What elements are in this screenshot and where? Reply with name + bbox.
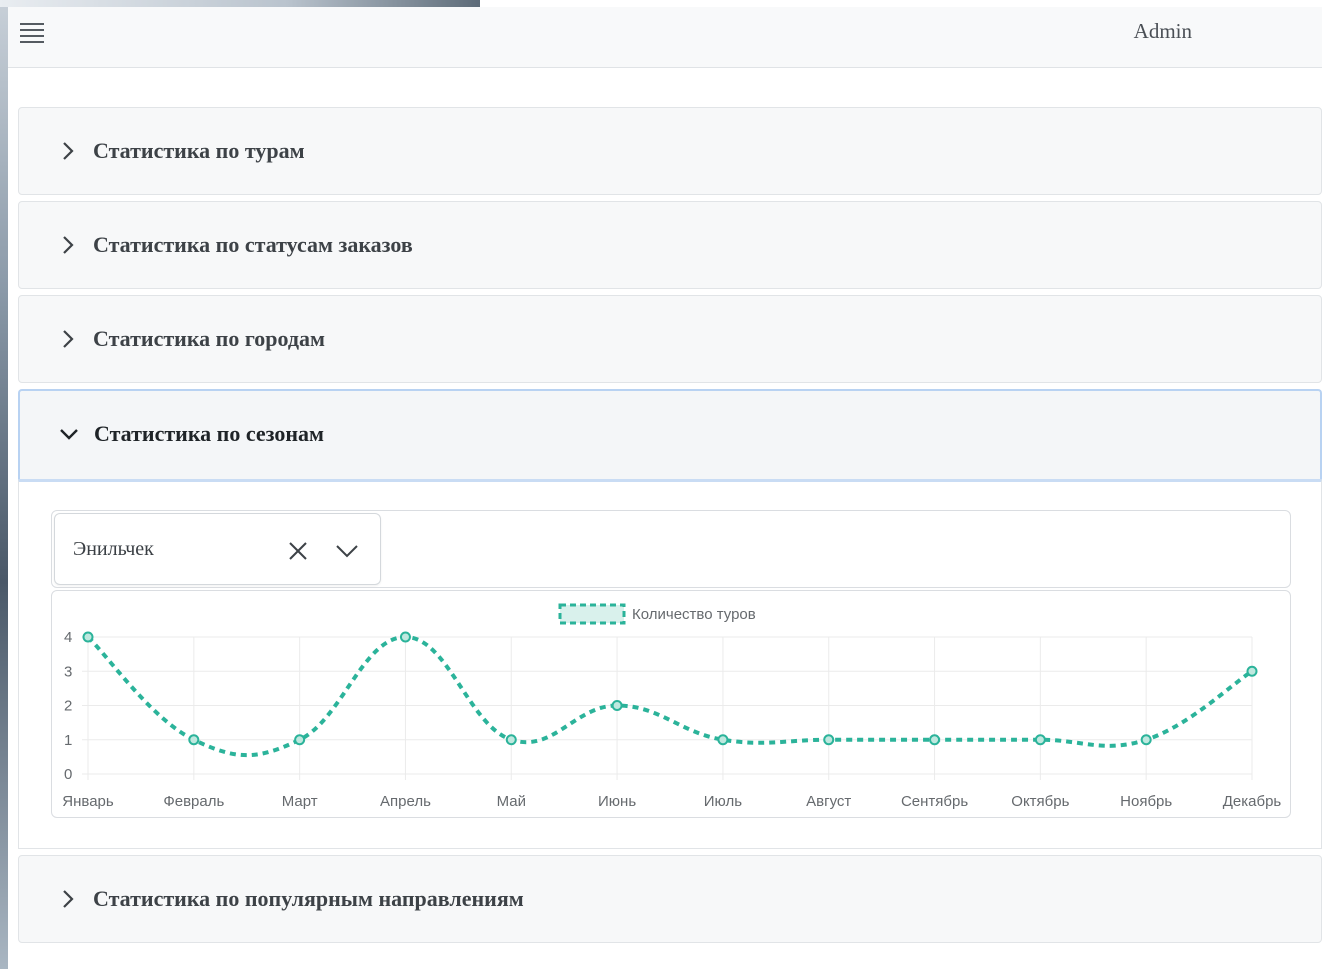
- accordion-item-popular-destinations[interactable]: Статистика по популярным направлениям: [18, 855, 1322, 943]
- data-point: [929, 734, 941, 746]
- accordion-title: Статистика по турам: [93, 138, 305, 163]
- accordion-header[interactable]: Статистика по сезонам: [20, 391, 1320, 477]
- data-point: [1246, 665, 1258, 677]
- accordion-header[interactable]: Статистика по статусам заказов: [19, 202, 1321, 288]
- x-tick-label: Август: [806, 793, 851, 810]
- accordion-header[interactable]: Статистика по популярным направлениям: [19, 856, 1321, 942]
- accordion-title: Статистика по городам: [93, 326, 326, 351]
- x-tick-label: Апрель: [380, 793, 431, 810]
- accordion-item-seasons[interactable]: Статистика по сезонам: [18, 389, 1322, 479]
- city-select[interactable]: Энильчек: [54, 513, 381, 585]
- x-tick-label: Июль: [704, 793, 742, 810]
- accordion-body-seasons: Энильчек 0 1 2 3 4 Январь Февраль Март Апрель Май…: [18, 479, 1322, 849]
- season-chart: 0 1 2 3 4 Январь Февраль Март Апрель Май Июнь Июль А…: [51, 590, 1291, 818]
- x-tick-label: Сентябрь: [901, 793, 968, 810]
- chevron-down-icon: [60, 429, 78, 440]
- accordion-header[interactable]: Статистика по городам: [19, 296, 1321, 382]
- accordion-title: Статистика по популярным направлениям: [93, 886, 524, 911]
- x-tick-label: Февраль: [163, 793, 224, 810]
- y-tick-label: 1: [64, 732, 72, 749]
- data-point: [294, 734, 306, 746]
- legend-label: Количество туров: [632, 606, 756, 623]
- x-tick-label: Март: [282, 793, 318, 810]
- data-point: [188, 734, 200, 746]
- accordion-item-order-statuses[interactable]: Статистика по статусам заказов: [18, 201, 1322, 289]
- data-point: [399, 631, 411, 643]
- data-point: [823, 734, 835, 746]
- y-tick-label: 4: [64, 629, 72, 646]
- accordion-item-tours[interactable]: Статистика по турам: [18, 107, 1322, 195]
- accordion-title: Статистика по статусам заказов: [93, 232, 413, 257]
- accordion-item-cities[interactable]: Статистика по городам: [18, 295, 1322, 383]
- accordion-header[interactable]: Статистика по турам: [19, 108, 1321, 194]
- chevron-right-icon: [63, 236, 74, 254]
- top-navbar: Admin: [8, 7, 1322, 68]
- data-point: [82, 631, 94, 643]
- x-tick-label: Декабрь: [1223, 793, 1282, 810]
- accordion-title: Статистика по сезонам: [94, 421, 325, 446]
- chevron-right-icon: [63, 890, 74, 908]
- x-tick-label: Январь: [62, 793, 114, 810]
- window-frame-top: [0, 0, 480, 7]
- data-point: [1140, 734, 1152, 746]
- chevron-down-icon[interactable]: [335, 542, 359, 560]
- x-tick-label: Октябрь: [1011, 793, 1069, 810]
- x-tick-label: Ноябрь: [1120, 793, 1172, 810]
- x-tick-label: Май: [497, 793, 526, 810]
- user-name[interactable]: Admin: [1134, 19, 1192, 44]
- window-frame-left: [0, 0, 8, 969]
- x-tick-label: Июнь: [598, 793, 636, 810]
- chevron-right-icon: [63, 330, 74, 348]
- series-line: [86, 634, 1254, 758]
- data-point: [611, 700, 623, 711]
- y-tick-label: 3: [64, 663, 72, 680]
- chevron-right-icon: [63, 142, 74, 160]
- data-point: [1034, 734, 1046, 746]
- city-select-container: Энильчек: [51, 510, 1291, 588]
- line-chart: 0 1 2 3 4 Январь Февраль Март Апрель Май Июнь Июль А…: [62, 603, 1282, 810]
- data-point: [505, 734, 517, 746]
- clear-icon[interactable]: [287, 540, 309, 562]
- y-tick-label: 0: [64, 766, 72, 783]
- data-point: [717, 734, 729, 746]
- city-select-value: Энильчек: [73, 538, 154, 560]
- hamburger-menu-icon[interactable]: [20, 23, 44, 45]
- legend-swatch: [558, 603, 626, 625]
- y-tick-label: 2: [64, 698, 72, 715]
